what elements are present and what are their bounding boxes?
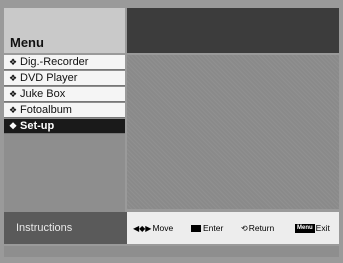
diamond-bullet-icon: ❖	[8, 89, 18, 99]
content-panel	[127, 55, 339, 209]
menu-item-label: Set-up	[20, 120, 55, 132]
menu-title: Menu	[10, 35, 44, 50]
enter-hint: Enter	[191, 223, 223, 234]
menu-item-dig-recorder[interactable]: ❖ Dig.-Recorder	[4, 55, 125, 70]
move-hint: ◀◆▶Move	[133, 223, 173, 234]
instructions-controls: ◀◆▶Move Enter ⟲Return Menu Exit	[127, 212, 339, 244]
menu-item-juke-box[interactable]: ❖ Juke Box	[4, 87, 125, 102]
instructions-label: Instructions	[16, 222, 73, 234]
exit-label: Exit	[315, 223, 330, 233]
diamond-bullet-icon: ❖	[8, 73, 18, 83]
return-circle-icon: ⟲	[241, 224, 248, 233]
osd-screen: Menu ❖ Dig.-Recorder ❖ DVD Player ❖ Juke…	[0, 0, 343, 263]
menu-item-dvd-player[interactable]: ❖ DVD Player	[4, 71, 125, 86]
diamond-bullet-icon: ❖	[8, 121, 18, 131]
bottom-strip	[4, 246, 339, 257]
menu-item-fotoalbum[interactable]: ❖ Fotoalbum	[4, 103, 125, 118]
diamond-bullet-icon: ❖	[8, 105, 18, 115]
return-label: Return	[248, 223, 275, 233]
menu-item-label: Fotoalbum	[20, 104, 72, 116]
move-label: Move	[152, 223, 174, 233]
return-hint: ⟲Return	[241, 223, 274, 234]
enter-label: Enter	[203, 223, 224, 233]
menu-header: Menu	[4, 8, 125, 53]
enter-key-icon	[191, 225, 201, 232]
content-header	[127, 8, 339, 53]
left-right-arrows-icon: ◀◆▶	[133, 224, 152, 233]
diamond-bullet-icon: ❖	[8, 57, 18, 67]
menu-key-icon: Menu	[295, 224, 315, 233]
menu-list: ❖ Dig.-Recorder ❖ DVD Player ❖ Juke Box …	[4, 55, 125, 217]
menu-item-label: Juke Box	[20, 88, 66, 100]
menu-item-label: Dig.-Recorder	[20, 56, 89, 68]
menu-item-set-up[interactable]: ❖ Set-up	[4, 119, 125, 134]
menu-item-label: DVD Player	[20, 72, 78, 84]
exit-hint: Menu Exit	[295, 223, 330, 234]
instructions-bar: Instructions ◀◆▶Move Enter ⟲Return Menu E…	[4, 212, 339, 244]
